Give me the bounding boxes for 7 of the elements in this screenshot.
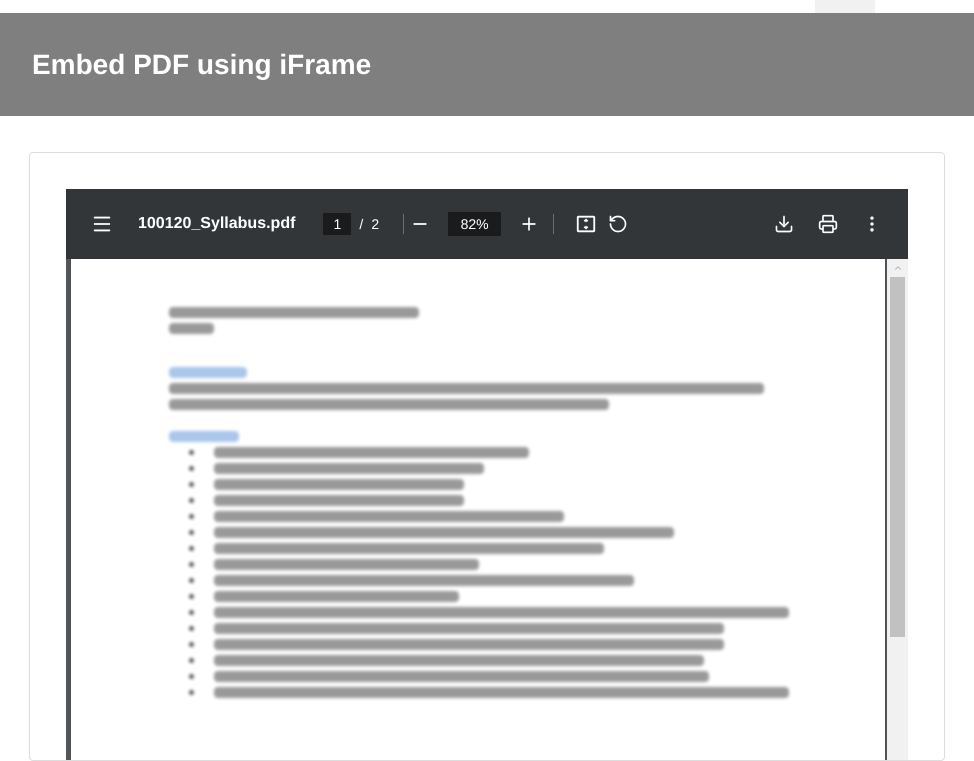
scrollbar[interactable]	[887, 259, 908, 760]
file-name: 100120_Syllabus.pdf	[138, 214, 296, 234]
page-title: Embed PDF using iFrame	[32, 48, 372, 82]
zoom-field[interactable]: 82%	[448, 212, 502, 236]
page-number-field[interactable]: 1	[323, 213, 352, 235]
page-separator: /	[359, 215, 364, 234]
page-count: 2	[371, 215, 380, 234]
